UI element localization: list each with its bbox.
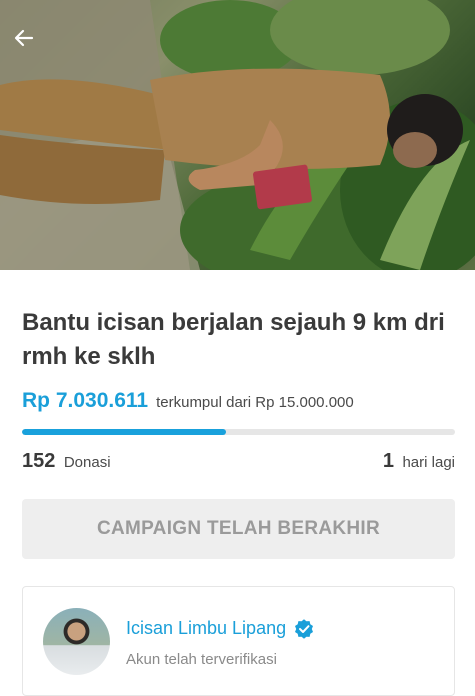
donations-label: Donasi bbox=[63, 454, 111, 471]
days-left-label: hari lagi bbox=[402, 454, 455, 471]
verified-badge-icon bbox=[294, 618, 314, 639]
donations-stat: 152 Donasi bbox=[22, 450, 111, 473]
hero-photo-illustration bbox=[0, 0, 475, 270]
funding-progress-fill bbox=[22, 429, 226, 435]
organizer-name[interactable]: Icisan Limbu Lipang bbox=[126, 618, 286, 639]
collected-target-text: terkumpul dari Rp 15.000.000 bbox=[156, 394, 354, 411]
funding-progress-bar bbox=[22, 429, 455, 435]
organizer-verified-text: Akun telah terverifikasi bbox=[126, 651, 277, 668]
organizer-name-row[interactable]: Icisan Limbu Lipang bbox=[126, 618, 314, 639]
campaign-stats: 152 Donasi 1 hari lagi bbox=[22, 450, 455, 473]
campaign-hero-image bbox=[0, 0, 475, 270]
days-left-stat: 1 hari lagi bbox=[383, 450, 455, 473]
back-button[interactable] bbox=[12, 26, 44, 58]
campaign-ended-button[interactable]: CAMPAIGN TELAH BERAKHIR bbox=[22, 499, 455, 559]
organizer-avatar bbox=[43, 608, 110, 675]
campaign-title: Bantu icisan berjalan sejauh 9 km dri rm… bbox=[22, 309, 445, 370]
days-left-count: 1 bbox=[382, 450, 395, 472]
collected-amount: Rp 7.030.611 bbox=[22, 389, 149, 412]
back-arrow-icon bbox=[14, 29, 34, 47]
funding-amount-row: Rp 7.030.611 terkumpul dari Rp 15.000.00… bbox=[22, 389, 452, 413]
donations-count: 152 bbox=[22, 450, 56, 472]
